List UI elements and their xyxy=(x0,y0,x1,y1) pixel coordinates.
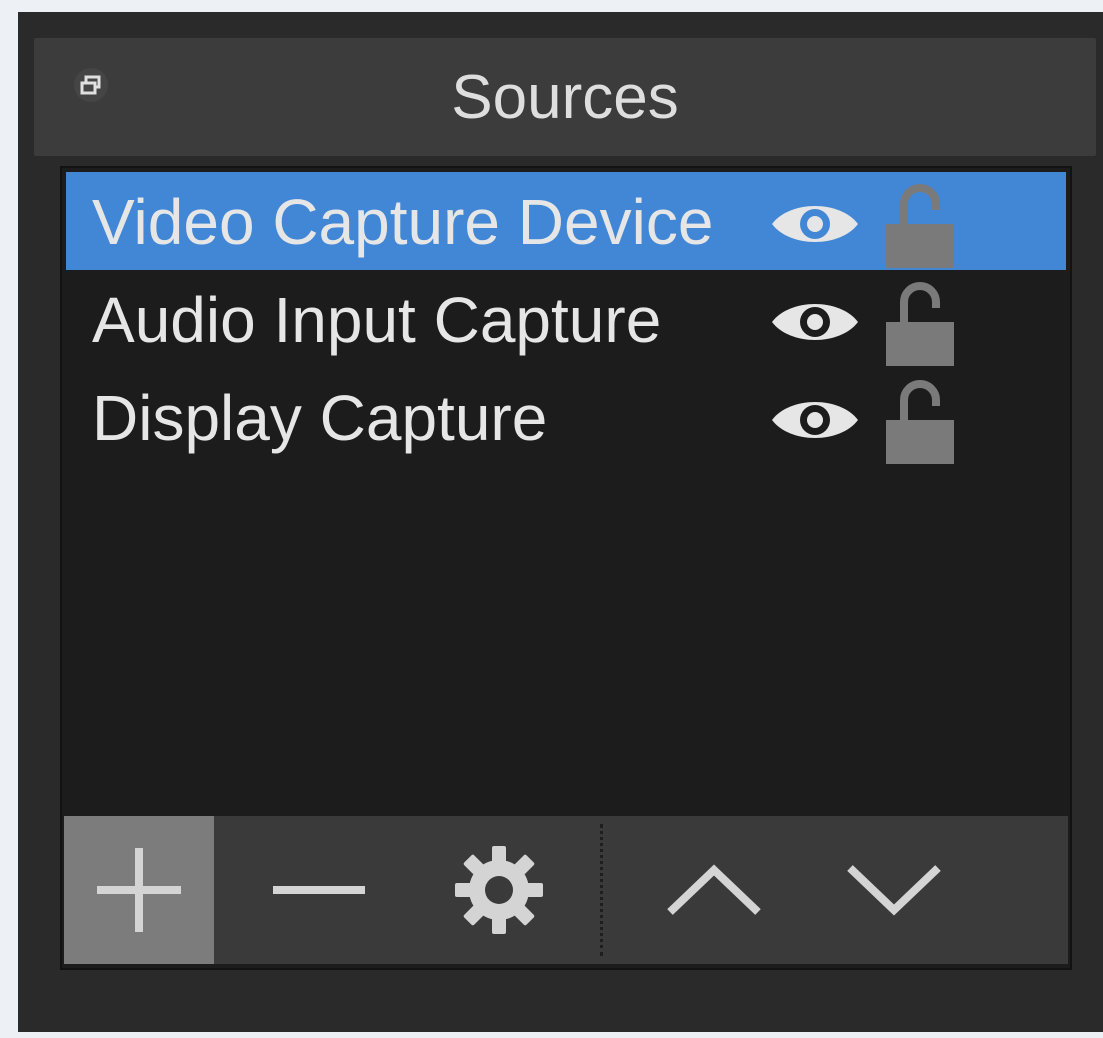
dock-titlebar[interactable]: Sources xyxy=(34,38,1096,156)
sources-list[interactable]: Video Capture Device Audio Input Capture xyxy=(60,166,1072,970)
minus-icon xyxy=(273,886,365,894)
sources-dock: Sources Video Capture Device Audio Input… xyxy=(18,12,1103,1032)
source-label: Audio Input Capture xyxy=(92,284,662,356)
chevron-down-icon xyxy=(847,865,941,916)
move-source-down-button[interactable] xyxy=(804,816,984,964)
source-row-audio-input[interactable]: Audio Input Capture xyxy=(66,270,1066,368)
source-properties-button[interactable] xyxy=(424,816,574,964)
remove-source-button[interactable] xyxy=(244,816,394,964)
source-label: Video Capture Device xyxy=(92,186,714,258)
source-label: Display Capture xyxy=(92,382,548,454)
dock-title: Sources xyxy=(451,63,679,132)
visibility-eye-icon[interactable] xyxy=(768,198,862,250)
source-row-display-capture[interactable]: Display Capture xyxy=(66,368,1066,466)
plus-icon xyxy=(97,848,181,932)
chevron-up-icon xyxy=(667,864,761,915)
unlocked-padlock-icon[interactable] xyxy=(882,184,958,268)
add-source-button[interactable] xyxy=(64,816,214,964)
move-source-up-button[interactable] xyxy=(624,816,804,964)
unlocked-padlock-icon[interactable] xyxy=(882,282,958,366)
visibility-eye-icon[interactable] xyxy=(768,296,862,348)
toolbar-separator xyxy=(600,824,603,956)
source-row-video-capture[interactable]: Video Capture Device xyxy=(66,172,1066,270)
visibility-eye-icon[interactable] xyxy=(768,394,862,446)
gear-icon xyxy=(455,846,543,934)
sources-toolbar xyxy=(64,816,1068,964)
unlocked-padlock-icon[interactable] xyxy=(882,380,958,464)
